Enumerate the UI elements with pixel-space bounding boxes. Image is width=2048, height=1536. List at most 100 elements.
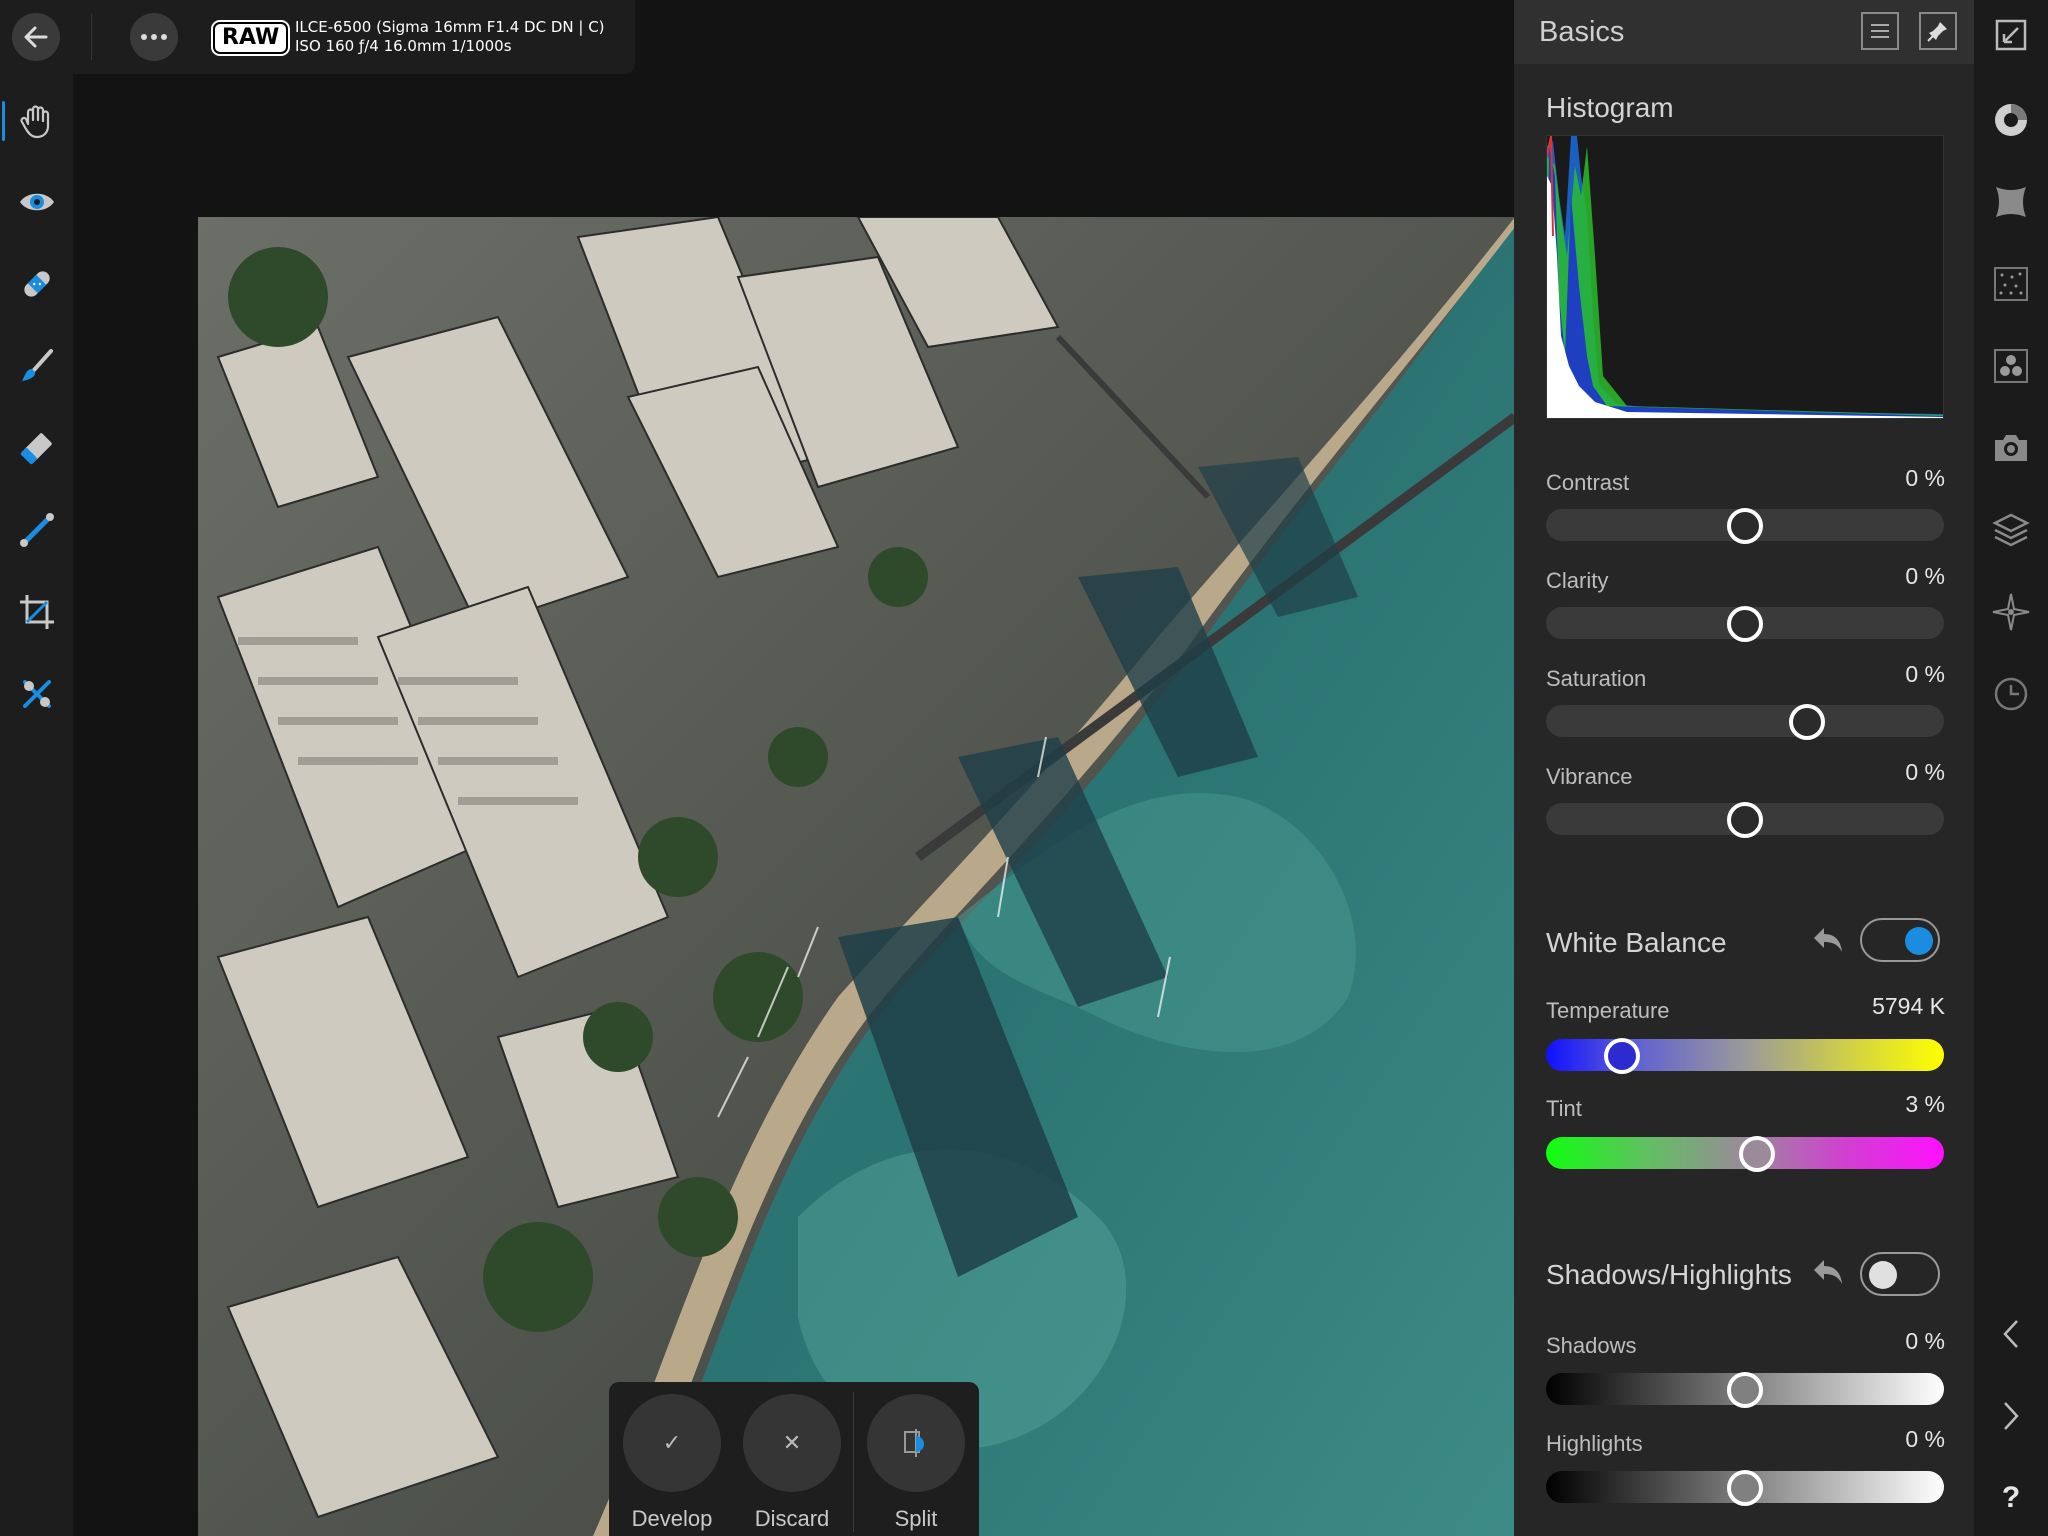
pin-panel-button[interactable]: [1919, 12, 1957, 50]
collapse-left-button[interactable]: [1974, 1304, 2048, 1364]
checkmark-icon: ✓: [623, 1394, 721, 1492]
chevron-left-icon: [2003, 1320, 2018, 1348]
blemish-tool[interactable]: [0, 252, 73, 316]
channels-icon: [1994, 349, 2028, 383]
contrast-value: 0 %: [1905, 465, 1945, 491]
red-eye-tool[interactable]: [0, 662, 73, 726]
hand-tool[interactable]: [0, 89, 73, 153]
slider-thumb[interactable]: [1738, 1136, 1775, 1172]
tools-toolbar: [0, 0, 73, 1536]
vibrance-value: 0 %: [1905, 759, 1945, 785]
histogram-title: Histogram: [1546, 92, 1674, 123]
photo-canvas[interactable]: [198, 217, 1515, 1536]
photo-info-bar: RAW ILCE-6500 (Sigma 16mm F1.4 DC DN | C…: [73, 0, 635, 74]
clarity-slider[interactable]: [1546, 606, 1944, 642]
discard-label: Discard: [754, 1506, 830, 1531]
lens-studio-button[interactable]: [1974, 172, 2048, 232]
white-balance-toggle[interactable]: [1860, 918, 1940, 962]
brush-icon: [21, 349, 53, 381]
clarity-label: Clarity: [1546, 568, 1609, 593]
collapse-right-button[interactable]: [1974, 1386, 2048, 1446]
slider-thumb[interactable]: [1727, 802, 1763, 838]
highlights-value: 0 %: [1905, 1426, 1945, 1452]
layers-studio-button[interactable]: [1974, 500, 2048, 560]
layers-icon: [1992, 513, 2030, 547]
highlights-label: Highlights: [1546, 1431, 1643, 1456]
back-arrow-icon: [24, 26, 48, 48]
vibrance-slider[interactable]: [1546, 802, 1944, 838]
saturation-value: 0 %: [1905, 661, 1945, 687]
split-view-icon: [867, 1394, 965, 1492]
tint-slider[interactable]: [1546, 1136, 1944, 1172]
more-options-button[interactable]: [130, 13, 178, 61]
shadows-label: Shadows: [1546, 1333, 1637, 1358]
develop-bar: ✓ Develop ✕ Discard Split: [609, 1382, 979, 1536]
raw-badge: RAW: [213, 22, 289, 54]
develop-button[interactable]: ✓ Develop: [622, 1394, 722, 1532]
ellipsis-icon: [141, 34, 167, 40]
contrast-label: Contrast: [1546, 470, 1630, 495]
pin-icon: [1927, 22, 1947, 42]
panel-menu-button[interactable]: [1861, 12, 1899, 50]
toggle-knob: [1905, 927, 1933, 955]
split-view-button[interactable]: Split: [866, 1394, 966, 1532]
slider-thumb[interactable]: [1727, 606, 1763, 642]
erase-tool[interactable]: [0, 416, 73, 480]
temperature-slider[interactable]: [1546, 1038, 1944, 1074]
shadows-value: 0 %: [1905, 1328, 1945, 1354]
slider-thumb[interactable]: [1788, 704, 1825, 740]
help-button[interactable]: ?: [1974, 1468, 2048, 1528]
reset-shadows-highlights-icon[interactable]: [1808, 1252, 1848, 1292]
studio-strip: ?: [1974, 0, 2048, 1536]
shadows-highlights-toggle[interactable]: [1860, 1252, 1940, 1296]
contrast-slider[interactable]: [1546, 508, 1944, 544]
hand-icon: [19, 105, 49, 139]
camera-studio-button[interactable]: [1974, 418, 2048, 478]
basics-panel: Basics Histogram Contrast 0 % Clarity 0 …: [1514, 0, 1974, 1536]
reset-white-balance-icon[interactable]: [1808, 920, 1848, 960]
navigator-studio-button[interactable]: [1974, 582, 2048, 642]
highlights-slider[interactable]: [1546, 1470, 1944, 1506]
slider-thumb[interactable]: [1727, 1372, 1763, 1408]
help-icon: ?: [2001, 1481, 2021, 1514]
gradient-tool[interactable]: [0, 498, 73, 562]
temperature-value: 5794 K: [1872, 993, 1945, 1019]
chevron-right-icon: [2004, 1402, 2019, 1430]
color-studio-button[interactable]: [1974, 90, 2048, 150]
history-icon: [1994, 677, 2028, 711]
gradient-icon: [19, 513, 54, 547]
slider-thumb[interactable]: [1603, 1038, 1640, 1074]
brush-tool[interactable]: [0, 334, 73, 398]
fullscreen-button[interactable]: [1974, 5, 2048, 65]
history-studio-button[interactable]: [1974, 664, 2048, 724]
noise-icon: [1994, 267, 2028, 301]
slider-thumb[interactable]: [1727, 1470, 1763, 1506]
slider-thumb[interactable]: [1727, 508, 1763, 544]
navigator-icon: [1992, 593, 2030, 631]
white-balance-title: White Balance: [1546, 927, 1727, 958]
develop-label: Develop: [631, 1506, 713, 1531]
eraser-brush-icon: [20, 433, 52, 465]
camera-model: ILCE-6500 (Sigma 16mm F1.4 DC DN | C): [295, 18, 605, 36]
back-button[interactable]: [12, 13, 60, 61]
tint-value: 3 %: [1905, 1091, 1945, 1117]
color-wheel-icon: [1995, 104, 2027, 136]
saturation-slider[interactable]: [1546, 704, 1944, 740]
discard-button[interactable]: ✕ Discard: [742, 1394, 842, 1532]
bandage-icon: [23, 271, 50, 297]
clarity-value: 0 %: [1905, 563, 1945, 589]
tint-label: Tint: [1546, 1096, 1582, 1121]
noise-studio-button[interactable]: [1974, 254, 2048, 314]
channels-studio-button[interactable]: [1974, 336, 2048, 396]
divider: [853, 1392, 854, 1532]
shadows-slider[interactable]: [1546, 1372, 1944, 1408]
crop-icon: [19, 595, 54, 629]
temperature-label: Temperature: [1546, 998, 1670, 1023]
view-tool[interactable]: [0, 170, 73, 234]
divider: [91, 14, 92, 60]
shadows-highlights-title: Shadows/Highlights: [1546, 1259, 1792, 1290]
crop-tool[interactable]: [0, 580, 73, 644]
split-label: Split: [894, 1506, 938, 1531]
panel-title: Basics: [1539, 16, 1625, 48]
panel-header: Basics: [1514, 0, 1974, 64]
